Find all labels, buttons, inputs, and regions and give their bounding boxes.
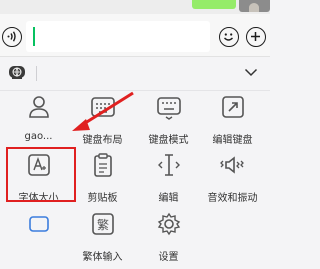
- grid-item-sound-vibration[interactable]: 音效和振动: [199, 150, 266, 210]
- text-cursor-icon: [158, 154, 180, 176]
- text-caret: [33, 27, 35, 46]
- grid-item-label: 剪贴板: [87, 193, 118, 204]
- chevron-down-icon[interactable]: [244, 65, 258, 79]
- grid-item-edit[interactable]: 编辑: [135, 150, 202, 210]
- grid-item-partial[interactable]: [5, 209, 72, 269]
- grid-item-keyboard-layout[interactable]: 键盘布局: [69, 92, 136, 152]
- avatar[interactable]: [239, 0, 270, 12]
- highlight-box: [6, 147, 76, 202]
- chat-input-bar: [0, 14, 270, 57]
- gear-icon: [157, 212, 181, 236]
- chat-message-strip: [0, 0, 270, 14]
- svg-text:繁: 繁: [97, 217, 109, 232]
- grid-item-label: gao...: [24, 131, 53, 142]
- user-icon: [29, 96, 49, 118]
- grid-item-label: 键盘模式: [148, 135, 189, 146]
- message-input[interactable]: [26, 21, 210, 52]
- grid-item-clipboard[interactable]: 剪贴板: [69, 150, 136, 210]
- traditional-chinese-icon: 繁: [92, 213, 114, 235]
- grid-item-label: 编辑键盘: [212, 135, 253, 146]
- grid-item-label: 设置: [158, 252, 179, 263]
- partial-icon: [29, 216, 49, 232]
- clipboard-icon: [94, 153, 112, 177]
- grid-item-label: 键盘布局: [82, 135, 123, 146]
- voice-icon[interactable]: [2, 27, 22, 47]
- grid-item-edit-keyboard[interactable]: 编辑键盘: [199, 92, 266, 152]
- plus-icon[interactable]: [246, 27, 266, 47]
- keyboard-toolbar: [0, 57, 270, 91]
- grid-item-label: 音效和振动: [207, 193, 258, 204]
- grid-item-keyboard-mode[interactable]: 键盘模式: [135, 92, 202, 152]
- keyboard-layout-icon: [91, 97, 115, 117]
- emoji-icon[interactable]: [219, 27, 239, 47]
- grid-item-settings[interactable]: 设置: [135, 209, 202, 269]
- keyboard-globe-icon[interactable]: [7, 62, 27, 82]
- grid-item-label: 编辑: [158, 193, 179, 204]
- edit-keyboard-icon: [222, 96, 244, 118]
- toolbar-divider: [36, 66, 37, 81]
- sound-vibration-icon: [220, 156, 244, 174]
- grid-item-label: 繁体输入: [82, 252, 123, 263]
- grid-item-account[interactable]: gao...: [5, 92, 72, 152]
- message-bubble[interactable]: [192, 0, 236, 9]
- grid-item-traditional-input[interactable]: 繁 繁体输入: [69, 209, 136, 269]
- keyboard-mode-icon: [157, 97, 181, 120]
